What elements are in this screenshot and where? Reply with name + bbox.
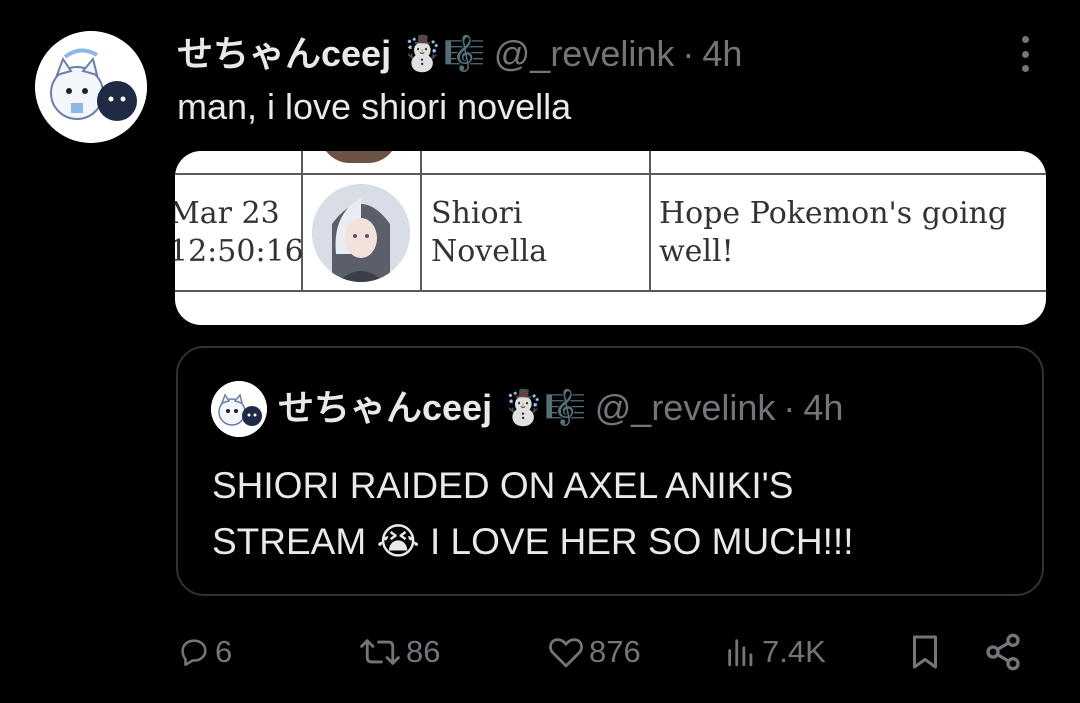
reply-count: 6 xyxy=(215,634,233,669)
handle[interactable]: @_revelink xyxy=(494,30,675,78)
media-date-line2: 12:50:16 xyxy=(175,234,304,269)
cropped-avatar-image xyxy=(320,151,398,163)
more-icon[interactable] xyxy=(1010,36,1040,72)
quote-header: せちゃんceej ☃️🎼 @_revelink · 4h xyxy=(278,384,843,432)
media-date: Mar 23 12:50:16 xyxy=(175,195,304,271)
avatar[interactable] xyxy=(35,31,147,143)
like-button[interactable]: 876 xyxy=(547,624,641,680)
table-border-top xyxy=(175,173,1046,175)
quote-timestamp[interactable]: 4h xyxy=(803,384,843,432)
media-message-line2: well! xyxy=(659,234,734,269)
table-border-bottom xyxy=(175,290,1046,292)
quote-name-emoji: ☃️🎼 xyxy=(502,388,587,428)
tweet-text: man, i love shiori novella xyxy=(177,86,572,127)
like-count: 876 xyxy=(589,634,641,669)
bookmark-icon xyxy=(913,635,937,669)
media-name-line2: Novella xyxy=(431,234,548,269)
quote-text-line2: STREAM 😭 I LOVE HER SO MUCH!!! xyxy=(212,521,854,562)
quote-tweet[interactable]: せちゃんceej ☃️🎼 @_revelink · 4h SHIORI RAID… xyxy=(176,346,1044,596)
views-count: 7.4K xyxy=(762,634,826,669)
separator-dot: · xyxy=(682,33,695,74)
timestamp[interactable]: 4h xyxy=(702,30,742,78)
media-name: Shiori Novella xyxy=(431,195,547,271)
media-message-line1: Hope Pokemon's going xyxy=(659,196,1008,231)
quote-handle[interactable]: @_revelink xyxy=(595,384,776,432)
tweet-header: せちゃんceej ☃️🎼 @_revelink · 4h xyxy=(177,30,742,78)
quote-separator-dot: · xyxy=(783,387,796,428)
reply-icon xyxy=(181,639,207,667)
bookmark-button[interactable] xyxy=(907,624,943,680)
views-icon xyxy=(728,639,753,667)
tweet-media-image[interactable]: Mar 23 12:50:16 Shiori Novella Hope Poke… xyxy=(175,151,1046,325)
table-divider xyxy=(649,151,651,292)
repost-count: 86 xyxy=(406,634,441,669)
views-button[interactable]: 7.4K xyxy=(724,624,826,680)
share-button[interactable] xyxy=(983,624,1023,680)
media-name-line1: Shiori xyxy=(431,196,523,231)
media-message: Hope Pokemon's going well! xyxy=(659,195,1007,271)
tweet[interactable]: せちゃんceej ☃️🎼 @_revelink · 4h man, i love… xyxy=(0,0,1080,703)
media-date-line1: Mar 23 xyxy=(175,196,280,231)
repost-icon xyxy=(360,639,400,665)
heart-icon xyxy=(549,638,583,668)
display-name[interactable]: せちゃんceej xyxy=(177,30,391,78)
repost-button[interactable]: 86 xyxy=(358,624,440,680)
action-bar: 6 86 876 7.4K xyxy=(175,624,1035,680)
quote-avatar[interactable] xyxy=(211,381,267,437)
reply-button[interactable]: 6 xyxy=(177,624,232,680)
quote-display-name[interactable]: せちゃんceej xyxy=(278,384,492,432)
quote-text: SHIORI RAIDED ON AXEL ANIKI'S STREAM 😭 I… xyxy=(212,458,1012,570)
name-emoji: ☃️🎼 xyxy=(401,34,486,74)
share-icon xyxy=(986,633,1020,671)
table-divider xyxy=(420,151,422,292)
quote-text-line1: SHIORI RAIDED ON AXEL ANIKI'S xyxy=(212,465,794,506)
shiori-avatar-image xyxy=(312,184,410,282)
